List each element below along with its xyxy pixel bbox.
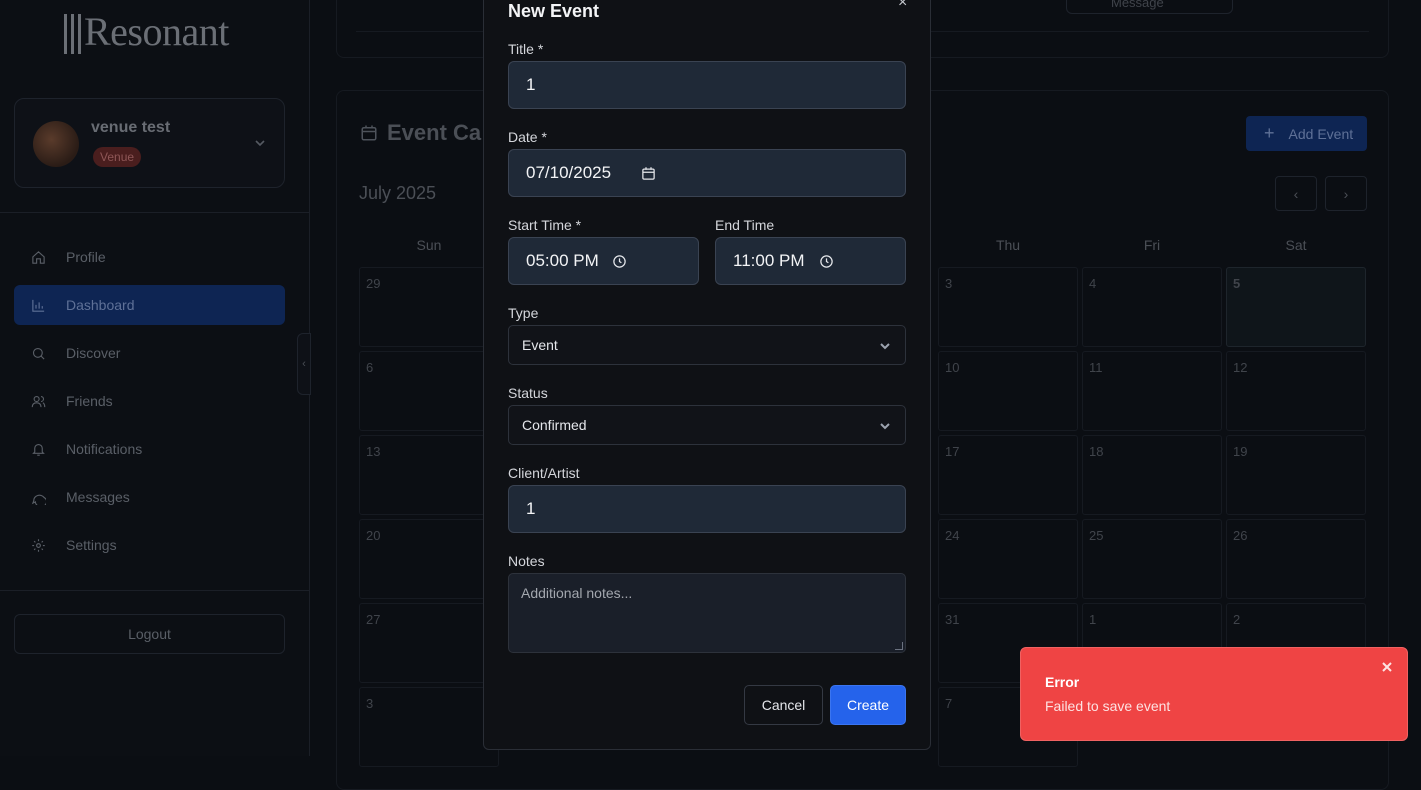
client-artist-value: 1 — [526, 499, 536, 518]
title-value: 1 — [526, 75, 536, 94]
clock-icon[interactable] — [819, 254, 834, 269]
status-select[interactable]: Confirmed — [508, 405, 906, 445]
type-select[interactable]: Event — [508, 325, 906, 365]
client-artist-input[interactable]: 1 — [508, 485, 906, 533]
type-value: Event — [522, 337, 558, 353]
dialog-title: New Event — [508, 1, 600, 21]
notes-placeholder: Additional notes... — [521, 585, 633, 601]
end-time-value: 11:00 PM — [733, 251, 805, 270]
close-icon[interactable] — [1381, 660, 1393, 672]
cancel-button[interactable]: Cancel — [744, 685, 823, 725]
client-artist-label: Client/Artist — [508, 465, 580, 481]
status-value: Confirmed — [522, 417, 587, 433]
status-label: Status — [508, 385, 548, 401]
start-time-input[interactable]: 05:00 PM — [508, 237, 699, 285]
date-label: Date * — [508, 129, 547, 145]
chevron-down-icon — [879, 419, 891, 431]
calendar-picker-icon[interactable] — [641, 166, 656, 181]
notes-textarea[interactable]: Additional notes... — [508, 573, 906, 653]
toast-title: Error — [1045, 674, 1080, 690]
type-label: Type — [508, 305, 539, 321]
close-icon[interactable]: × — [898, 0, 907, 12]
start-time-value: 05:00 PM — [526, 251, 599, 270]
title-label: Title * — [508, 41, 544, 57]
end-time-input[interactable]: 11:00 PM — [715, 237, 906, 285]
toast-message: Failed to save event — [1045, 698, 1171, 714]
error-toast: Error Failed to save event — [1020, 647, 1408, 741]
start-time-label: Start Time * — [508, 217, 582, 233]
resize-handle[interactable] — [895, 642, 903, 650]
end-time-label: End Time — [715, 217, 775, 233]
chevron-down-icon — [879, 339, 891, 351]
title-input[interactable]: 1 — [508, 61, 906, 109]
notes-label: Notes — [508, 553, 545, 569]
clock-icon[interactable] — [612, 254, 627, 269]
date-value: 07/10/2025 — [526, 163, 612, 182]
date-input[interactable]: 07/10/2025 — [508, 149, 906, 197]
create-button[interactable]: Create — [830, 685, 906, 725]
